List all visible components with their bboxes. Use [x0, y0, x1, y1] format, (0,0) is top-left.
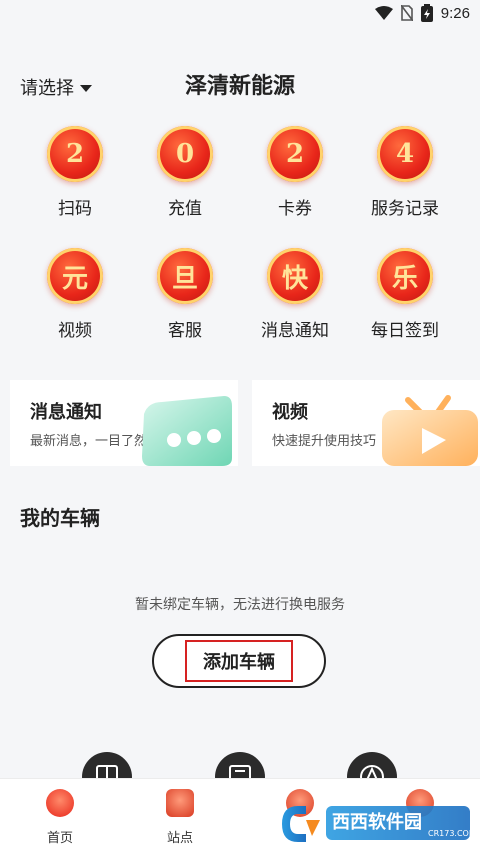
grid-item-video[interactable]: 元 视频	[20, 248, 130, 341]
watermark: 西西软件园 CR173.COM	[280, 802, 476, 846]
add-vehicle-button[interactable]: 添加车辆	[152, 634, 326, 688]
no-sim-icon	[400, 5, 413, 21]
status-icons: 9:26	[374, 4, 470, 22]
header: 请选择 泽清新能源	[0, 62, 480, 106]
card-subtitle: 快速提升使用技巧	[272, 434, 377, 449]
home-icon	[46, 789, 74, 817]
medal-icon: 0	[157, 126, 213, 182]
grid-item-scan[interactable]: 2 扫码	[20, 126, 130, 219]
status-time: 9:26	[440, 4, 470, 22]
wifi-icon	[374, 6, 393, 20]
gift-icon	[166, 789, 194, 817]
medal-icon: 乐	[377, 248, 433, 304]
medal-icon: 快	[267, 248, 323, 304]
grid-item-daily-checkin[interactable]: 乐 每日签到	[350, 248, 460, 341]
grid-label: 卡券	[278, 199, 312, 219]
medal-icon: 旦	[157, 248, 213, 304]
card-subtitle: 最新消息，一目了然	[30, 434, 148, 449]
card-title: 视频	[272, 402, 308, 423]
add-vehicle-label: 添加车辆	[185, 640, 293, 682]
grid-item-notifications[interactable]: 快 消息通知	[240, 248, 350, 341]
tab-home[interactable]: 首页	[0, 789, 120, 846]
grid-item-recharge[interactable]: 0 充值	[130, 126, 240, 219]
promo-cards: 消息通知 最新消息，一目了然 视频 快速提升使用技巧	[10, 380, 480, 466]
watermark-brand: 西西软件园	[332, 811, 422, 833]
grid-label: 充值	[168, 199, 202, 219]
grid-item-service-records[interactable]: 4 服务记录	[350, 126, 460, 219]
chat-bubble-icon	[142, 396, 232, 466]
grid-item-coupons[interactable]: 2 卡券	[240, 126, 350, 219]
my-vehicles-title: 我的车辆	[20, 506, 100, 530]
medal-icon: 元	[47, 248, 103, 304]
grid-label: 消息通知	[261, 321, 329, 341]
battery-icon	[420, 4, 433, 22]
grid-label: 服务记录	[371, 199, 439, 219]
medal-icon: 2	[47, 126, 103, 182]
grid-label: 每日签到	[371, 321, 439, 341]
empty-vehicles-text: 暂未绑定车辆，无法进行换电服务	[135, 597, 345, 613]
tab-label: 站点	[166, 831, 193, 846]
video-play-icon	[382, 395, 478, 466]
grid-label: 视频	[58, 321, 92, 341]
grid-label: 客服	[168, 321, 202, 341]
notification-card[interactable]: 消息通知 最新消息，一目了然	[10, 380, 238, 466]
grid-label: 扫码	[58, 199, 92, 219]
video-card[interactable]: 视频 快速提升使用技巧	[252, 380, 480, 466]
status-bar: 9:26	[0, 0, 480, 28]
page-title: 泽清新能源	[184, 74, 295, 99]
watermark-site: CR173.COM	[428, 829, 472, 838]
tab-stations[interactable]: 站点	[120, 789, 240, 846]
card-title: 消息通知	[30, 402, 102, 423]
tab-label: 首页	[46, 831, 73, 846]
medal-icon: 2	[267, 126, 323, 182]
medal-icon: 4	[377, 126, 433, 182]
grid-item-customer-service[interactable]: 旦 客服	[130, 248, 240, 341]
